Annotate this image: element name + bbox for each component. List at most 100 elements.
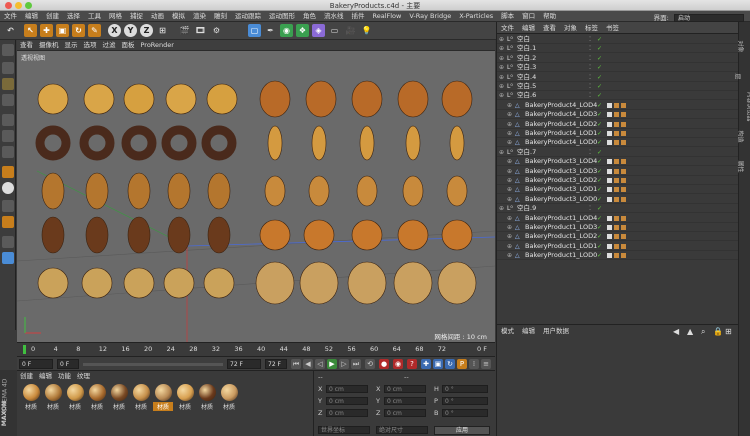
object-row-lod[interactable]: ⊕ △ BakeryProduct1_LOD3 ⁚ ✓ bbox=[497, 223, 739, 232]
phong-tag-icon[interactable] bbox=[607, 159, 612, 165]
object-row-lod[interactable]: ⊕ △ BakeryProduct4_LOD0 ⁚ ✓ bbox=[497, 138, 739, 148]
rotation-key-icon[interactable]: ↻ bbox=[445, 359, 455, 369]
perspective-viewport[interactable]: 透视视图 网格间距 : 10 cm bbox=[17, 51, 495, 342]
visibility-dots-icon[interactable]: ⁚ bbox=[589, 54, 591, 63]
bakery-item-stick[interactable] bbox=[311, 125, 327, 161]
menu-item[interactable]: 插件 bbox=[348, 11, 369, 22]
visibility-dots-icon[interactable]: ⁚ bbox=[589, 129, 591, 138]
enable-check-icon[interactable]: ✓ bbox=[597, 73, 602, 82]
make-editable-icon[interactable] bbox=[2, 44, 14, 56]
phong-tag-icon[interactable] bbox=[607, 112, 612, 118]
visibility-dots-icon[interactable]: ⁚ bbox=[589, 204, 591, 213]
phong-tag-icon[interactable] bbox=[607, 187, 612, 193]
material-tag-icon[interactable] bbox=[621, 253, 626, 259]
keyframe-selection-icon[interactable]: ? bbox=[407, 359, 417, 369]
bakery-item-crois[interactable] bbox=[305, 80, 337, 118]
object-row-lod[interactable]: ⊕ △ BakeryProduct1_LOD1 ⁚ ✓ bbox=[497, 242, 739, 251]
bakery-item-bun[interactable] bbox=[446, 175, 468, 207]
material-tag-icon[interactable] bbox=[621, 102, 626, 108]
enable-check-icon[interactable]: ✓ bbox=[597, 44, 602, 53]
bakery-item-roll[interactable] bbox=[206, 83, 238, 115]
expand-toggle-icon[interactable]: ⊕ bbox=[507, 251, 512, 260]
object-row-null[interactable]: ⊕ L⁰ 空白.5 ⁚ ✓ bbox=[497, 82, 739, 91]
visibility-dots-icon[interactable]: ⁚ bbox=[589, 138, 591, 147]
phong-tag-icon[interactable] bbox=[607, 225, 612, 230]
point-level-icon[interactable]: ⁞ bbox=[469, 359, 479, 369]
visibility-dots-icon[interactable]: ⁚ bbox=[589, 91, 591, 100]
undo-icon[interactable]: ↶ bbox=[4, 24, 17, 37]
frame-range-slider[interactable] bbox=[83, 363, 223, 366]
enable-check-icon[interactable]: ✓ bbox=[597, 138, 602, 147]
visibility-dots-icon[interactable]: ⁚ bbox=[589, 214, 591, 223]
coordinate-space-dropdown[interactable]: 世界坐标 bbox=[318, 426, 370, 434]
position-field[interactable]: 0 cm bbox=[326, 409, 368, 417]
expand-toggle-icon[interactable]: ⊕ bbox=[507, 120, 512, 129]
end-frame-field[interactable]: 72 F bbox=[227, 359, 261, 369]
menu-item[interactable]: 编辑 bbox=[21, 11, 42, 22]
parameter-key-icon[interactable]: P bbox=[457, 359, 467, 369]
points-mode-icon[interactable] bbox=[2, 114, 14, 126]
viewport-menu-item[interactable]: 显示 bbox=[62, 40, 81, 51]
object-manager-menu-item[interactable]: 标签 bbox=[581, 22, 602, 34]
bakery-item-donut[interactable] bbox=[35, 125, 71, 161]
z-axis-lock-icon[interactable]: Z bbox=[140, 24, 153, 37]
object-row-lod[interactable]: ⊕ △ BakeryProduct3_LOD1 ⁚ ✓ bbox=[497, 185, 739, 195]
menu-item[interactable]: 脚本 bbox=[497, 11, 518, 22]
bakery-item-braid[interactable] bbox=[41, 172, 65, 210]
material-swatch[interactable]: 材质 bbox=[21, 384, 41, 411]
enable-check-icon[interactable]: ✓ bbox=[597, 82, 602, 91]
recent-tools-icon[interactable]: ✎ bbox=[88, 24, 101, 37]
timeline-ruler[interactable]: 0 F 0 4 8 12 16 20 24 28 32 36 40 44 48 52 56 60 64 68 72 bbox=[17, 342, 495, 356]
live-select-icon[interactable]: ↖ bbox=[24, 24, 37, 37]
material-tag-icon[interactable] bbox=[614, 131, 619, 136]
visibility-dots-icon[interactable]: ⁚ bbox=[589, 223, 591, 232]
object-row-lod[interactable]: ⊕ △ BakeryProduct3_LOD2 ⁚ ✓ bbox=[497, 176, 739, 185]
bakery-item-crois[interactable] bbox=[441, 80, 473, 118]
enable-check-icon[interactable]: ✓ bbox=[597, 148, 602, 157]
material-swatch[interactable]: 材质 bbox=[109, 384, 129, 411]
subdivision-icon[interactable]: ◉ bbox=[280, 24, 293, 37]
menu-item[interactable]: 动画 bbox=[147, 11, 168, 22]
bakery-item-braid[interactable] bbox=[207, 172, 231, 210]
material-tag-icon[interactable] bbox=[621, 234, 626, 240]
bakery-item-choco[interactable] bbox=[167, 216, 191, 254]
preview-end-field[interactable]: 72 F bbox=[265, 359, 287, 369]
planar-workplane-icon[interactable] bbox=[2, 216, 14, 228]
floor-icon[interactable]: ▭ bbox=[328, 24, 341, 37]
scale-icon[interactable]: ▣ bbox=[56, 24, 69, 37]
phong-tag-icon[interactable] bbox=[607, 140, 612, 146]
attribute-manager-menu-item[interactable]: 编辑 bbox=[518, 325, 539, 337]
render-view-icon[interactable]: 🎬 bbox=[178, 24, 191, 37]
up-arrow-icon[interactable]: ▲ bbox=[687, 327, 693, 336]
bakery-item-braid[interactable] bbox=[127, 172, 151, 210]
menu-item[interactable]: 窗口 bbox=[518, 11, 539, 22]
menu-item[interactable]: X-Particles bbox=[455, 11, 497, 22]
material-tag-icon[interactable] bbox=[621, 131, 626, 136]
object-row-lod[interactable]: ⊕ △ BakeryProduct1_LOD2 ⁚ ✓ bbox=[497, 232, 739, 242]
expand-toggle-icon[interactable]: ⊕ bbox=[507, 157, 512, 166]
material-tag-icon[interactable] bbox=[621, 168, 626, 174]
enable-check-icon[interactable]: ✓ bbox=[597, 101, 602, 110]
bakery-item-bun[interactable] bbox=[356, 175, 378, 207]
enable-check-icon[interactable]: ✓ bbox=[597, 242, 602, 251]
loop-icon[interactable]: ⟲ bbox=[365, 359, 375, 369]
menu-item[interactable]: 工具 bbox=[84, 11, 105, 22]
coordinate-system-icon[interactable]: ⊞ bbox=[156, 24, 169, 37]
menu-item[interactable]: 流水线 bbox=[320, 11, 348, 22]
bakery-item-crumb[interactable] bbox=[441, 219, 473, 251]
back-arrow-icon[interactable]: ◀ bbox=[673, 327, 679, 336]
material-swatch[interactable]: 材质 bbox=[87, 384, 107, 411]
visibility-dots-icon[interactable]: ⁚ bbox=[589, 251, 591, 260]
menu-item[interactable]: 渲染 bbox=[189, 11, 210, 22]
expand-toggle-icon[interactable]: ⊕ bbox=[507, 138, 512, 147]
bakery-item-roll[interactable] bbox=[83, 83, 115, 115]
search-icon[interactable]: ⌕ bbox=[701, 327, 705, 337]
bakery-item-scone[interactable] bbox=[299, 261, 339, 305]
enable-check-icon[interactable]: ✓ bbox=[597, 204, 602, 213]
menu-item[interactable]: 运动图形 bbox=[265, 11, 299, 22]
object-row-lod[interactable]: ⊕ △ BakeryProduct1_LOD0 ⁚ ✓ bbox=[497, 251, 739, 261]
bakery-item-choco[interactable] bbox=[207, 216, 231, 254]
phong-tag-icon[interactable] bbox=[607, 253, 612, 259]
bakery-item-crumb[interactable] bbox=[397, 219, 429, 251]
object-row-lod[interactable]: ⊕ △ BakeryProduct1_LOD4 ⁚ ✓ bbox=[497, 214, 739, 223]
